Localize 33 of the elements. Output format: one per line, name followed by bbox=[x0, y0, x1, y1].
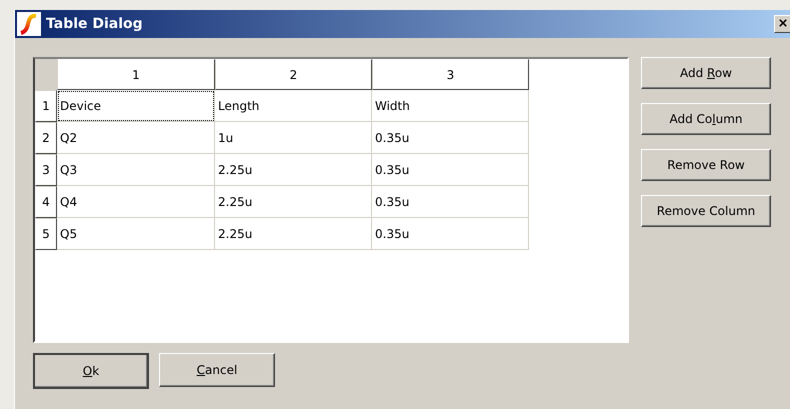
row-header[interactable]: 2 bbox=[35, 122, 57, 154]
table-cell[interactable]: 0.35u bbox=[372, 122, 529, 154]
column-header[interactable]: 3 bbox=[372, 59, 529, 90]
row-header[interactable]: 5 bbox=[35, 218, 57, 250]
row-header[interactable]: 4 bbox=[35, 186, 57, 218]
table-cell[interactable]: Device bbox=[57, 90, 215, 122]
table-cell[interactable]: Q4 bbox=[57, 186, 215, 218]
action-button[interactable]: Remove Column bbox=[641, 195, 771, 227]
app-logo-icon bbox=[17, 12, 41, 36]
table-cell[interactable]: Q3 bbox=[57, 154, 215, 186]
table-cell[interactable]: 0.35u bbox=[372, 218, 529, 250]
ok-button[interactable]: Ok bbox=[33, 353, 149, 389]
table-cell[interactable]: Length bbox=[215, 90, 372, 122]
action-button[interactable]: Add Column bbox=[641, 103, 771, 135]
grid-corner bbox=[35, 59, 57, 90]
row-header[interactable]: 3 bbox=[35, 154, 57, 186]
table-cell[interactable]: Q5 bbox=[57, 218, 215, 250]
table-cell[interactable]: 0.35u bbox=[372, 154, 529, 186]
table-cell[interactable]: 2.25u bbox=[215, 154, 372, 186]
table-cell[interactable]: 0.35u bbox=[372, 186, 529, 218]
cancel-button[interactable]: Cancel bbox=[159, 353, 275, 387]
column-header[interactable]: 2 bbox=[215, 59, 372, 90]
row-header[interactable]: 1 bbox=[35, 90, 57, 122]
table-cell[interactable]: Q2 bbox=[57, 122, 215, 154]
table-cell[interactable]: 2.25u bbox=[215, 186, 372, 218]
action-button[interactable]: Remove Row bbox=[641, 149, 771, 181]
window-title: Table Dialog bbox=[46, 16, 144, 32]
column-header[interactable]: 1 bbox=[57, 59, 215, 90]
action-button[interactable]: Add Row bbox=[641, 57, 771, 89]
table-cell[interactable]: Width bbox=[372, 90, 529, 122]
close-button[interactable]: × bbox=[774, 15, 790, 33]
table-cell[interactable]: 1u bbox=[215, 122, 372, 154]
table-cell[interactable]: 2.25u bbox=[215, 218, 372, 250]
